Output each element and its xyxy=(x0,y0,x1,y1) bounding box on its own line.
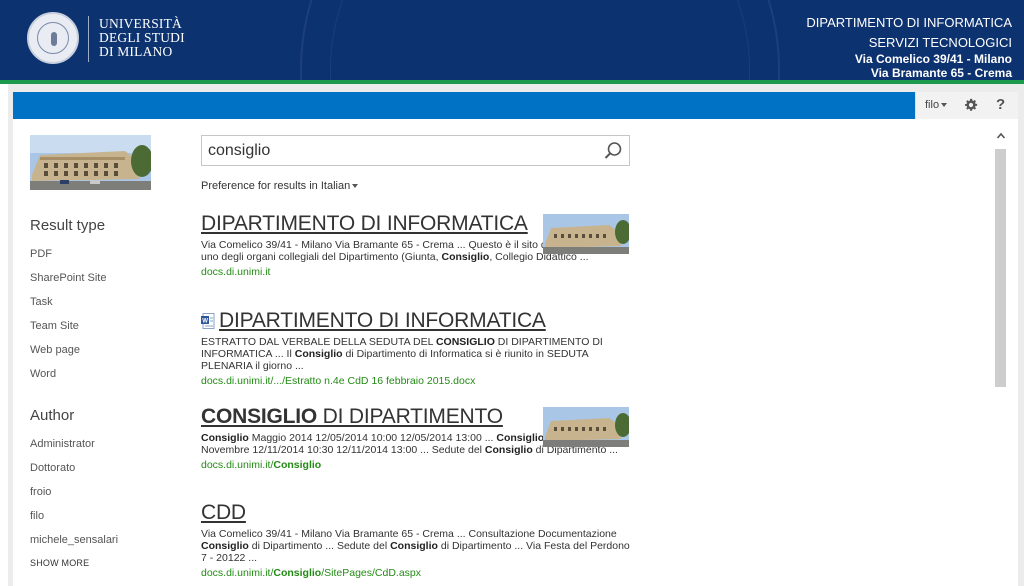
result-url[interactable]: docs.di.unimi.it/.../Estratto n.4e CdD 1… xyxy=(201,375,631,387)
university-name[interactable]: UNIVERSITÀ DEGLI STUDI DI MILANO xyxy=(99,17,185,59)
scrollbar-thumb[interactable] xyxy=(995,149,1006,387)
department-address-milano: Via Comelico 39/41 - Milano xyxy=(854,52,1012,66)
university-name-line: DI MILANO xyxy=(99,44,173,59)
refiner-item-pdf[interactable]: PDF xyxy=(30,248,52,260)
department-address-crema: Via Bramante 65 - Crema xyxy=(870,66,1012,80)
refiner-item-team-site[interactable]: Team Site xyxy=(30,320,79,332)
university-name-line: DEGLI STUDI xyxy=(99,30,185,45)
result-title[interactable]: W DIPARTIMENTO DI INFORMATICA xyxy=(201,309,631,333)
refiner-item-sharepoint-site[interactable]: SharePoint Site xyxy=(30,272,106,284)
chevron-down-icon xyxy=(352,184,359,189)
site-thumbnail-image xyxy=(30,135,151,190)
language-preference[interactable]: Preference for results in Italian xyxy=(201,180,359,192)
result-title[interactable]: CDD xyxy=(201,501,631,525)
gear-icon[interactable] xyxy=(964,98,978,112)
department-name: DIPARTIMENTO DI INFORMATICA xyxy=(806,15,1012,30)
refiner-item-author-froio[interactable]: froio xyxy=(30,486,51,498)
help-icon[interactable]: ? xyxy=(996,96,1005,113)
result-thumbnail-image[interactable] xyxy=(543,407,629,447)
refiner-title-author: Author xyxy=(30,407,75,424)
result-description: Via Comelico 39/41 - Milano Via Bramante… xyxy=(201,528,630,564)
suite-bar-actions: filo ? xyxy=(915,92,1018,119)
refiner-item-web-page[interactable]: Web page xyxy=(30,344,80,356)
result-description: ESTRATTO DAL VERBALE DELLA SEDUTA DEL CO… xyxy=(201,336,603,372)
refiner-item-author-administrator[interactable]: Administrator xyxy=(30,438,95,450)
vertical-scrollbar[interactable] xyxy=(993,127,1008,586)
search-icon[interactable] xyxy=(603,141,623,161)
refiner-title-result-type: Result type xyxy=(30,217,106,234)
university-name-line: UNIVERSITÀ xyxy=(99,16,182,31)
language-preference-label: Preference for results in xyxy=(201,180,318,192)
search-input[interactable] xyxy=(208,140,598,162)
search-box xyxy=(201,135,630,166)
department-subtitle: SERVIZI TECNOLOGICI xyxy=(868,35,1012,50)
refiner-item-author-michele-sensalari[interactable]: michele_sensalari xyxy=(30,534,118,546)
result-thumbnail-image[interactable] xyxy=(543,214,629,254)
chevron-down-icon xyxy=(941,103,948,108)
refiner-item-task[interactable]: Task xyxy=(30,296,53,308)
refiner-item-author-filo[interactable]: filo xyxy=(30,510,44,522)
result-url[interactable]: docs.di.unimi.it/Consiglio xyxy=(201,459,631,471)
search-result: W DIPARTIMENTO DI INFORMATICA ESTRATTO D… xyxy=(201,309,631,387)
site-header: UNIVERSITÀ DEGLI STUDI DI MILANO DIPARTI… xyxy=(0,0,1024,80)
university-seal-icon[interactable] xyxy=(27,12,79,64)
language-preference-value: Italian xyxy=(320,180,351,192)
result-url[interactable]: docs.di.unimi.it xyxy=(201,266,631,278)
show-more-link[interactable]: SHOW MORE xyxy=(30,558,89,568)
refiner-item-author-dottorato[interactable]: Dottorato xyxy=(30,462,75,474)
suite-bar: filo ? xyxy=(13,92,1018,119)
user-menu[interactable]: filo xyxy=(925,99,948,111)
department-info: DIPARTIMENTO DI INFORMATICA SERVIZI TECN… xyxy=(806,15,1012,80)
banner-watermark-inner xyxy=(330,0,750,80)
scroll-up-icon[interactable] xyxy=(996,131,1006,141)
svg-text:W: W xyxy=(202,319,208,325)
word-document-icon: W xyxy=(201,313,215,329)
result-url[interactable]: docs.di.unimi.it/Consiglio/SitePages/CdD… xyxy=(201,567,631,579)
user-name: filo xyxy=(925,99,940,111)
search-result: CDD Via Comelico 39/41 - Milano Via Bram… xyxy=(201,501,631,579)
logo-divider xyxy=(88,16,89,62)
refiner-item-word[interactable]: Word xyxy=(30,368,56,380)
